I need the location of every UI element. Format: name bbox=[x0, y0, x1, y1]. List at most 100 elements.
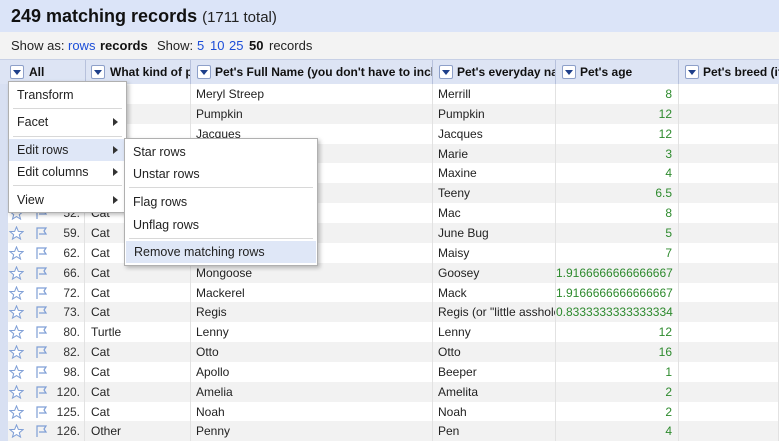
row-number: 126. bbox=[52, 421, 85, 442]
cell-everyday-name: Lenny bbox=[433, 322, 556, 343]
menu-item-label: Transform bbox=[17, 88, 74, 102]
menu-item-label: Edit columns bbox=[17, 165, 89, 179]
menu-separator bbox=[13, 136, 122, 137]
menu-item-label: Flag rows bbox=[133, 195, 188, 209]
star-icon[interactable] bbox=[8, 265, 25, 280]
cell-age: 1 bbox=[556, 361, 679, 382]
row-number: 125. bbox=[52, 401, 85, 422]
cell-breed bbox=[679, 262, 779, 283]
flag-icon[interactable] bbox=[35, 424, 49, 438]
row-number: 59. bbox=[52, 222, 85, 243]
star-icon[interactable] bbox=[8, 424, 25, 439]
cell-age: 12 bbox=[556, 103, 679, 124]
cell-everyday-name: Beeper bbox=[433, 361, 556, 382]
cell-everyday-name: June Bug bbox=[433, 222, 556, 243]
cell-breed bbox=[679, 421, 779, 442]
star-icon[interactable] bbox=[8, 344, 25, 360]
cell-age: 12 bbox=[556, 123, 679, 144]
cell-age: 2 bbox=[556, 401, 679, 422]
star-icon[interactable] bbox=[8, 384, 25, 399]
star-icon[interactable] bbox=[8, 225, 25, 241]
cell-everyday-name: Otto bbox=[433, 342, 556, 363]
row-gutter bbox=[0, 222, 8, 243]
page-size-10[interactable]: 10 bbox=[210, 38, 224, 53]
menu-item-transform[interactable]: Transform bbox=[9, 84, 126, 106]
flag-icon[interactable] bbox=[35, 405, 49, 419]
cell-everyday-name: Regis (or "little asshole") bbox=[433, 302, 556, 323]
star-icon[interactable] bbox=[8, 324, 25, 340]
cell-kind: Turtle bbox=[86, 322, 191, 343]
records-suffix: records bbox=[269, 38, 313, 53]
row-gutter bbox=[0, 282, 8, 303]
column-header-label: All bbox=[29, 65, 45, 79]
page-size-50[interactable]: 50 bbox=[249, 38, 263, 53]
menu-item-remove-matching-rows[interactable]: Remove matching rows bbox=[126, 241, 316, 263]
cell-full-name: Lenny bbox=[191, 322, 433, 343]
page-size-25[interactable]: 25 bbox=[229, 38, 243, 53]
page-size-5[interactable]: 5 bbox=[197, 38, 204, 53]
flag-icon[interactable] bbox=[35, 345, 49, 359]
column-header-full-name[interactable]: Pet's Full Name (you don't have to inclu… bbox=[191, 60, 433, 84]
cell-kind: Other bbox=[86, 421, 191, 442]
records-mode-link[interactable]: records bbox=[100, 38, 148, 53]
cell-age: 5 bbox=[556, 222, 679, 243]
menu-item-star-rows[interactable]: Star rows bbox=[125, 141, 317, 163]
flag-icon[interactable] bbox=[35, 246, 49, 260]
star-icon[interactable] bbox=[8, 304, 25, 320]
cell-kind: Cat bbox=[86, 381, 191, 402]
cell-full-name: Mackerel bbox=[191, 282, 433, 303]
cell-age: 0.8333333333333334 bbox=[556, 302, 679, 323]
table-row: 82. Cat Otto Otto 16 bbox=[0, 342, 779, 363]
menu-item-unflag-rows[interactable]: Unflag rows bbox=[125, 214, 317, 236]
total-records: (1711 total) bbox=[202, 9, 277, 26]
rows-mode-link[interactable]: rows bbox=[68, 38, 95, 53]
table-row: 73. Cat Regis Regis (or "little asshole") 0.… bbox=[0, 302, 779, 323]
column-header-label: Pet's breed (if applicable) bbox=[703, 65, 779, 79]
column-header-breed[interactable]: Pet's breed (if applicable) bbox=[679, 60, 779, 84]
cell-full-name: Regis bbox=[191, 302, 433, 323]
column-menu-dropdown-icon[interactable] bbox=[197, 65, 211, 79]
row-gutter bbox=[0, 361, 8, 382]
menu-item-edit-columns[interactable]: Edit columns bbox=[9, 161, 126, 183]
submenu-arrow-icon bbox=[113, 196, 118, 204]
menu-item-view[interactable]: View bbox=[9, 189, 126, 211]
row-gutter bbox=[0, 203, 8, 224]
menu-item-flag-rows[interactable]: Flag rows bbox=[125, 191, 317, 213]
cell-everyday-name: Noah bbox=[433, 401, 556, 422]
menu-item-edit-rows[interactable]: Edit rows bbox=[9, 139, 126, 161]
cell-age: 1.9166666666666667 bbox=[556, 262, 679, 283]
column-menu-dropdown-icon[interactable] bbox=[10, 65, 24, 79]
cell-breed bbox=[679, 302, 779, 323]
menu-item-label: Star rows bbox=[133, 145, 186, 159]
row-gutter bbox=[0, 401, 8, 422]
menu-item-facet[interactable]: Facet bbox=[9, 111, 126, 133]
cell-everyday-name: Pumpkin bbox=[433, 103, 556, 124]
star-icon[interactable] bbox=[8, 404, 25, 419]
flag-icon[interactable] bbox=[35, 385, 49, 399]
column-menu-dropdown-icon[interactable] bbox=[562, 65, 576, 79]
flag-icon[interactable] bbox=[35, 365, 49, 379]
column-menu-dropdown-icon[interactable] bbox=[439, 65, 453, 79]
star-icon[interactable] bbox=[8, 285, 25, 300]
flag-icon[interactable] bbox=[35, 325, 49, 339]
column-header-age[interactable]: Pet's age bbox=[556, 60, 679, 84]
cell-breed bbox=[679, 123, 779, 144]
menu-item-label: Edit rows bbox=[17, 143, 69, 157]
row-number: 72. bbox=[52, 282, 85, 303]
table-row: 66. Cat Mongoose Goosey 1.9166666666666667 bbox=[0, 262, 779, 283]
flag-icon[interactable] bbox=[35, 226, 49, 240]
cell-everyday-name: Maisy bbox=[433, 242, 556, 263]
column-menu-dropdown-icon[interactable] bbox=[91, 65, 105, 79]
menu-item-unstar-rows[interactable]: Unstar rows bbox=[125, 163, 317, 185]
edit-rows-submenu: Star rows Unstar rows Flag rows Unflag r… bbox=[124, 138, 318, 266]
star-icon[interactable] bbox=[8, 364, 25, 380]
star-icon[interactable] bbox=[8, 245, 25, 261]
flag-icon[interactable] bbox=[35, 266, 49, 280]
column-menu-dropdown-icon[interactable] bbox=[685, 65, 699, 79]
flag-icon[interactable] bbox=[35, 305, 49, 319]
show-as-label: Show as: bbox=[11, 38, 65, 53]
cell-breed bbox=[679, 242, 779, 263]
flag-icon[interactable] bbox=[35, 286, 49, 300]
cell-breed bbox=[679, 322, 779, 343]
column-header-everyday-name[interactable]: Pet's everyday name bbox=[433, 60, 556, 84]
